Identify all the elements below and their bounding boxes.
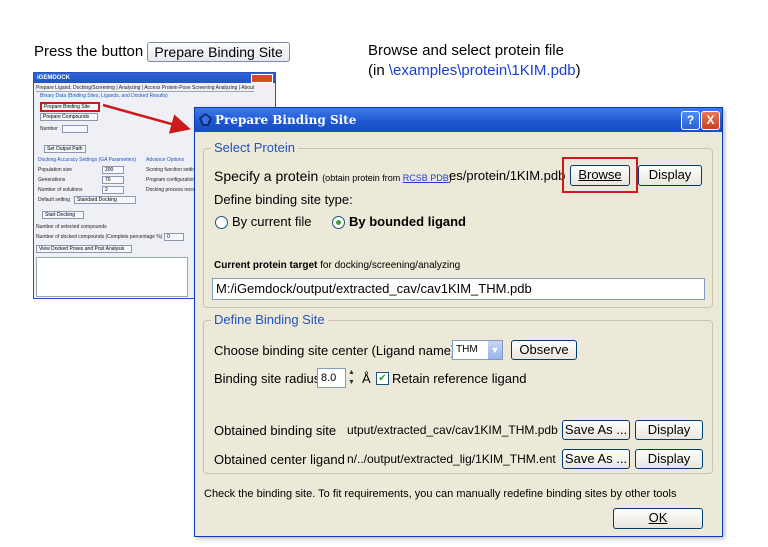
by-current-file-radio[interactable] bbox=[215, 216, 228, 229]
radius-label: Binding site radius bbox=[214, 371, 321, 386]
specify-protein-hint: (obtain protein from RCSB PDB) bbox=[322, 173, 452, 183]
choose-center-label: Choose binding site center (Ligand name) bbox=[214, 343, 456, 358]
footer-instructions: Check the binding site. To fit requireme… bbox=[204, 488, 677, 500]
by-bounded-ligand-label[interactable]: By bounded ligand bbox=[349, 214, 466, 229]
radius-value: 8.0 bbox=[321, 372, 337, 384]
specify-hint-text: (obtain protein from bbox=[322, 173, 401, 183]
protein-path-display: es/protein/1KIM.pdb bbox=[449, 168, 566, 183]
chevron-down-icon[interactable]: ▼ bbox=[488, 341, 502, 359]
dialog-title-bar[interactable]: Prepare Binding Site ? X bbox=[195, 108, 722, 132]
define-type-label: Define binding site type: bbox=[214, 192, 353, 207]
by-current-file-label[interactable]: By current file bbox=[232, 214, 311, 229]
help-button[interactable]: ? bbox=[681, 111, 700, 130]
current-target-label: Current protein target for docking/scree… bbox=[214, 260, 460, 271]
spinner-arrows-icon[interactable]: ▲ ▼ bbox=[346, 368, 357, 388]
by-bounded-ligand-radio[interactable] bbox=[332, 216, 345, 229]
app-logo-icon bbox=[199, 113, 212, 126]
save-center-as-button[interactable]: Save As ... bbox=[562, 449, 630, 469]
rcsb-pdb-link[interactable]: RCSB PDB bbox=[403, 173, 449, 183]
dialog-title: Prepare Binding Site bbox=[215, 113, 357, 127]
ligand-name-value: THM bbox=[456, 344, 478, 355]
ligand-name-select[interactable]: THM ▼ bbox=[452, 340, 503, 360]
protein-display-button[interactable]: Display bbox=[638, 165, 702, 186]
obtained-center-value: n/../output/extracted_lig/1KIM_THM.ent bbox=[347, 452, 556, 466]
specify-protein-label: Specify a protein (obtain protein from R… bbox=[214, 168, 452, 184]
retain-ligand-checkbox[interactable]: ✔ bbox=[376, 372, 389, 385]
close-button[interactable]: X bbox=[701, 111, 720, 130]
retain-ligand-label[interactable]: Retain reference ligand bbox=[392, 371, 526, 386]
specify-protein-text: Specify a protein bbox=[214, 168, 319, 184]
obtained-site-label: Obtained binding site bbox=[214, 423, 337, 438]
define-binding-site-legend: Define Binding Site bbox=[211, 312, 328, 327]
select-protein-legend: Select Protein bbox=[211, 140, 298, 155]
radius-spinner[interactable]: 8.0 bbox=[317, 368, 346, 388]
obtained-site-value: utput/extracted_cav/cav1KIM_THM.pdb bbox=[347, 423, 558, 437]
center-display-button[interactable]: Display bbox=[635, 449, 703, 469]
observe-button[interactable]: Observe bbox=[511, 340, 577, 360]
browse-highlight-box bbox=[562, 157, 638, 193]
obtained-center-label: Obtained center ligand bbox=[214, 452, 345, 467]
save-site-as-button[interactable]: Save As ... bbox=[562, 420, 630, 440]
current-target-bold: Current protein target bbox=[214, 260, 318, 271]
site-display-button[interactable]: Display bbox=[635, 420, 703, 440]
ok-button[interactable]: OK bbox=[613, 508, 703, 529]
prepare-binding-site-dialog: Prepare Binding Site ? X Select Protein … bbox=[194, 107, 723, 537]
current-target-field[interactable]: M:/iGemdock/output/extracted_cav/cav1KIM… bbox=[212, 278, 705, 300]
radius-unit-label: Å bbox=[362, 371, 371, 386]
current-target-rest: for docking/screening/analyzing bbox=[317, 260, 461, 271]
